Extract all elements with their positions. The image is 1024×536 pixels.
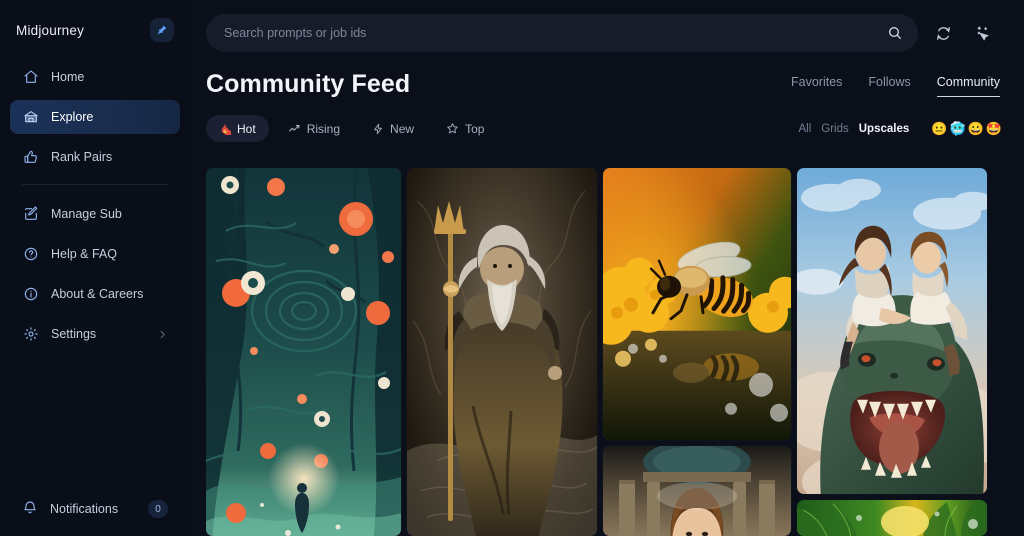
question-circle-icon [22,246,39,263]
reaction-filter-group: 😐 🥶 😀 🤩 [931,122,1002,135]
card-enchanted-forest[interactable] [206,168,401,536]
edit-square-icon [22,206,39,223]
tab-follows[interactable]: Follows [868,75,910,97]
card-image [797,500,987,536]
search-input[interactable] [206,14,918,52]
card-temple-woman[interactable] [603,445,791,536]
gallery-grid [206,168,1014,536]
chip-label: Top [465,121,485,136]
chip-new[interactable]: New [359,115,427,142]
chip-hot[interactable]: Hot [206,115,269,142]
search-submit-button[interactable] [884,22,906,44]
feed-tabs: Favorites Follows Community [791,75,1000,99]
search-icon [889,27,901,39]
tab-favorites[interactable]: Favorites [791,75,842,97]
chevron-right-icon [157,329,168,340]
sidebar-item-label: About & Careers [51,287,144,301]
pin-button[interactable] [150,18,174,42]
chip-label: New [390,121,415,136]
view-filter-upscales[interactable]: Upscales [859,123,910,135]
card-image [603,168,791,440]
sidebar-item-label: Help & FAQ [51,247,117,261]
sidebar-item-home[interactable]: Home [10,60,180,94]
chip-label: Rising [306,121,341,136]
explore-icon [22,109,39,126]
sidebar: Midjourney Home Explore Rank Pairs Manag… [0,0,190,536]
card-green-leaves[interactable] [797,500,987,536]
card-sea-god[interactable] [407,168,597,536]
sidebar-item-about-careers[interactable]: About & Careers [10,277,180,311]
sidebar-item-label: Rank Pairs [51,150,113,164]
main-content: Community Feed Favorites Follows Communi… [190,0,1024,536]
search-bar [206,14,918,52]
app-root: Midjourney Home Explore Rank Pairs Manag… [0,0,1024,536]
sort-chips: Hot Rising New Top [206,115,497,142]
sidebar-item-label: Home [51,70,85,84]
notifications-label: Notifications [50,502,119,516]
gallery-column [603,168,791,536]
refresh-icon [936,26,950,40]
refresh-button[interactable] [928,18,958,48]
neutral-face-emoji[interactable]: 😐 [931,122,947,135]
gallery-column [206,168,401,536]
top-bar [190,0,1024,52]
notifications-count-badge: 0 [148,500,168,518]
view-filter-group: All Grids Upscales 😐 🥶 😀 🤩 [798,122,1002,135]
card-image [797,168,987,495]
filter-bar: Hot Rising New Top All Grids Upscales 😐 … [190,99,1024,142]
sparkle-cursor-icon [977,26,989,40]
card-honeybee[interactable] [603,168,791,440]
info-circle-icon [22,286,39,303]
home-icon [22,69,39,86]
card-dino-riders[interactable] [797,168,987,495]
tab-community[interactable]: Community [936,75,1000,97]
view-filter-all[interactable]: All [798,123,811,135]
brand-row: Midjourney [0,10,190,46]
star-struck-emoji[interactable]: 🤩 [986,122,1002,135]
chip-rising[interactable]: Rising [275,115,353,142]
bolt-icon [372,123,384,135]
star-icon [446,122,459,135]
bell-icon [22,500,38,519]
notifications-button[interactable]: Notifications 0 [10,492,180,526]
grinning-face-emoji[interactable]: 😀 [968,122,984,135]
card-image [206,168,401,536]
page-title: Community Feed [206,70,411,98]
sidebar-item-help-faq[interactable]: Help & FAQ [10,237,180,271]
gear-icon [22,326,39,343]
flame-icon [219,123,231,135]
sidebar-item-explore[interactable]: Explore [10,100,180,134]
pin-icon [157,25,167,35]
cold-face-emoji[interactable]: 🥶 [949,122,965,135]
magic-button[interactable] [968,18,998,48]
sidebar-item-label: Explore [51,110,94,124]
thumbs-up-icon [22,149,39,166]
trend-up-icon [288,122,301,135]
chip-top[interactable]: Top [433,115,497,142]
card-image [407,168,597,536]
sidebar-item-settings[interactable]: Settings [10,317,180,351]
view-filter-grids[interactable]: Grids [821,123,848,135]
sidebar-secondary-nav: Manage Sub Help & FAQ About & Careers Se… [0,197,190,351]
page-header: Community Feed Favorites Follows Communi… [190,52,1024,99]
chip-label: Hot [237,121,256,136]
gallery-column [407,168,597,536]
card-image [603,445,791,536]
sidebar-primary-nav: Home Explore Rank Pairs [0,60,190,174]
sidebar-item-rank-pairs[interactable]: Rank Pairs [10,140,180,174]
gallery-column [797,168,987,536]
sidebar-divider [22,184,168,185]
sidebar-item-label: Settings [51,327,97,341]
brand-name: Midjourney [16,22,85,38]
sidebar-item-manage-sub[interactable]: Manage Sub [10,197,180,231]
sidebar-item-label: Manage Sub [51,207,122,221]
